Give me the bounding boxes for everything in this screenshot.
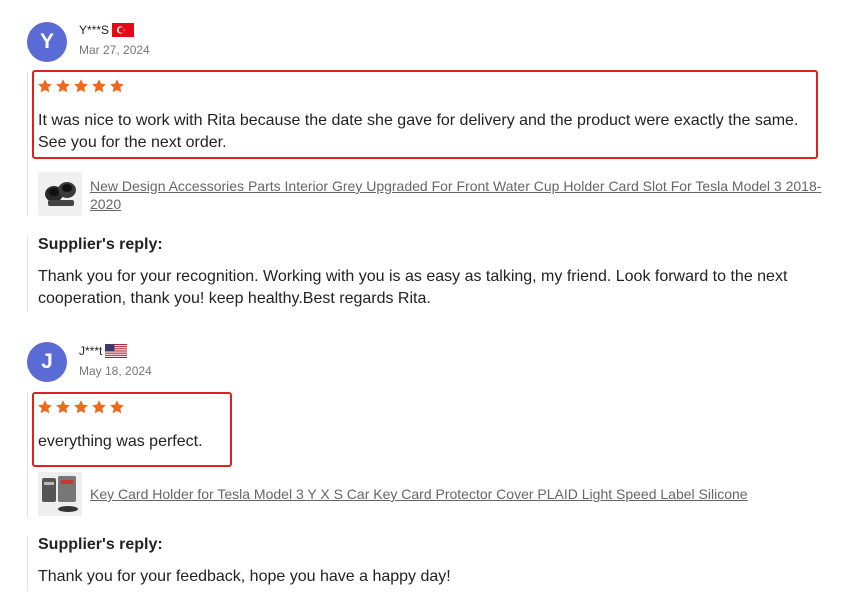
- reviewer-name-text: J***t: [79, 344, 103, 358]
- product-thumbnail[interactable]: [38, 172, 82, 216]
- product-thumbnail[interactable]: [38, 472, 82, 516]
- reviewer-name: Y***S: [79, 23, 135, 37]
- star-icon: [74, 400, 88, 414]
- product-link[interactable]: New Design Accessories Parts Interior Gr…: [90, 177, 830, 213]
- star-icon: [38, 79, 52, 93]
- review-date: May 18, 2024: [79, 364, 152, 378]
- avatar-letter: J: [41, 350, 53, 373]
- review-text: It was nice to work with Rita because th…: [38, 112, 799, 151]
- reply-divider-line: [27, 236, 28, 312]
- star-icon: [92, 79, 106, 93]
- star-rating: [37, 78, 125, 94]
- supplier-reply-label: Supplier's reply:: [38, 236, 163, 253]
- star-icon: [110, 79, 124, 93]
- star-icon: [110, 400, 124, 414]
- star-rating: [37, 399, 125, 415]
- review-divider-line: [27, 72, 28, 216]
- reviewer-name: J***t: [79, 344, 128, 358]
- star-icon: [74, 79, 88, 93]
- turkey-flag-icon: [112, 23, 135, 37]
- cup-holder-product-image: [38, 172, 82, 216]
- star-icon: [92, 400, 106, 414]
- supplier-reply-text: Thank you for your feedback, hope you ha…: [38, 568, 451, 585]
- supplier-reply-text: Thank you for your recognition. Working …: [38, 268, 788, 307]
- reply-divider-line: [27, 536, 28, 591]
- review-text: everything was perfect.: [38, 433, 203, 450]
- product-link[interactable]: Key Card Holder for Tesla Model 3 Y X S …: [90, 485, 830, 503]
- key-card-product-image: [38, 472, 82, 516]
- review-date: Mar 27, 2024: [79, 43, 150, 57]
- review-divider-line: [27, 392, 28, 518]
- reviewer-avatar: J: [27, 342, 67, 382]
- star-icon: [56, 400, 70, 414]
- avatar-letter: Y: [39, 30, 54, 53]
- supplier-reply-label: Supplier's reply:: [38, 536, 163, 553]
- reviewer-avatar: Y: [27, 22, 67, 62]
- reviewer-name-text: Y***S: [79, 23, 110, 37]
- star-icon: [56, 79, 70, 93]
- usa-flag-icon: [105, 344, 128, 358]
- star-icon: [38, 400, 52, 414]
